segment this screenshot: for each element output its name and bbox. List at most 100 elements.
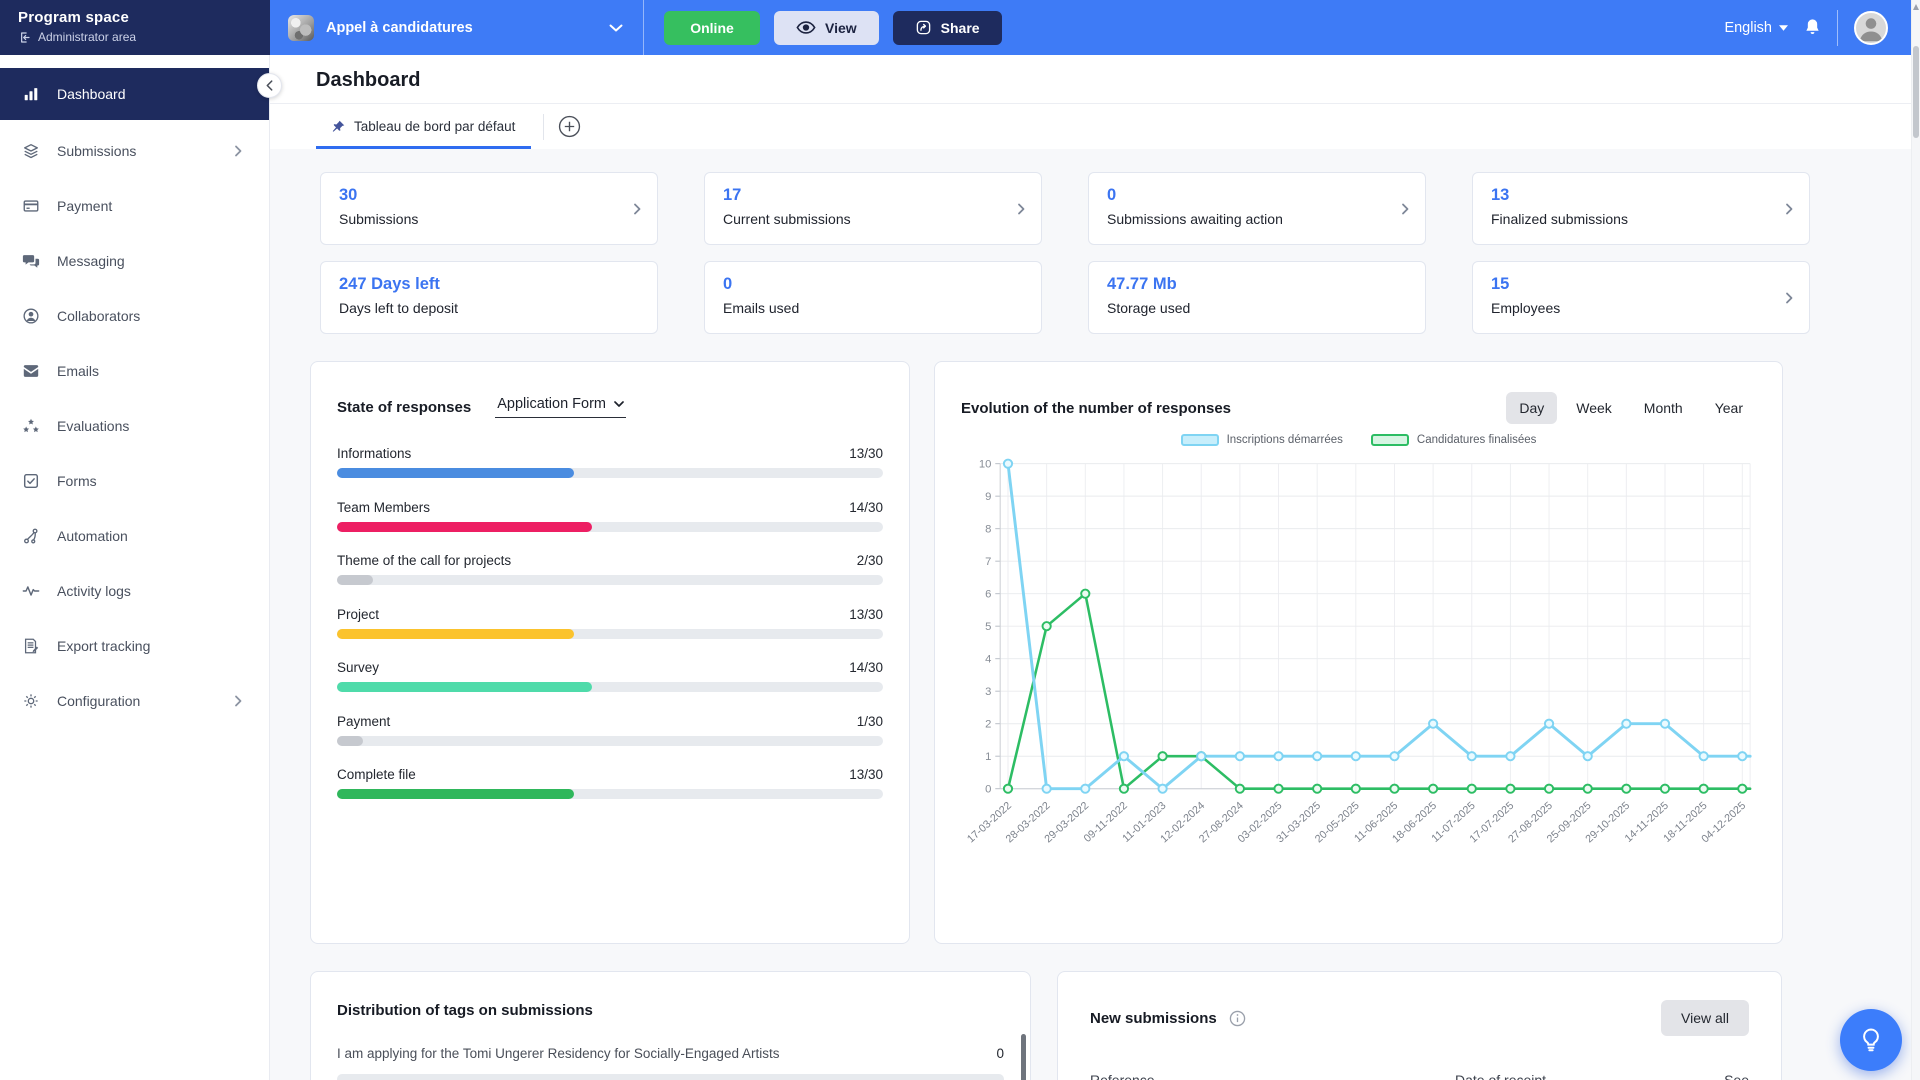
page-scrollbar[interactable] [1911,0,1920,1080]
stat-card-submissions-awaiting-action[interactable]: 0Submissions awaiting action [1088,172,1426,245]
sidebar-item-label: Emails [57,363,99,379]
stat-card-value: 13 [1491,186,1791,205]
sidebar-item-submissions[interactable]: Submissions [0,123,269,178]
scrollbar-thumb[interactable] [1913,46,1919,138]
online-status-button[interactable]: Online [664,11,760,45]
automation-icon [20,527,42,545]
sidebar-item-evaluations[interactable]: Evaluations [0,398,269,453]
user-avatar[interactable] [1854,11,1888,45]
add-dashboard-tab-button[interactable] [556,114,582,140]
response-bar-ratio: 14/30 [849,500,883,515]
sidebar-item-forms[interactable]: Forms [0,453,269,508]
language-selector[interactable]: English [1724,20,1788,36]
notification-bell-icon[interactable] [1804,18,1821,37]
emails-icon [20,362,42,380]
state-of-responses-header: State of responses Application Form [337,396,883,418]
response-bar-row: Theme of the call for projects2/30 [337,553,883,585]
panel-scrollbar-thumb[interactable] [1021,1034,1026,1080]
chevron-right-icon [1015,203,1027,215]
response-bar-row: Informations13/30 [337,446,883,478]
stat-card-employees[interactable]: 15Employees [1472,261,1810,334]
view-all-button[interactable]: View all [1661,1000,1749,1036]
program-selector[interactable]: Appel à candidatures [270,0,643,55]
svg-text:10: 10 [979,459,992,471]
response-bar-fill [337,522,592,532]
collaborators-icon [20,307,42,325]
evaluations-icon [20,417,42,435]
sidebar-item-activity-logs[interactable]: Activity logs [0,563,269,618]
legend-item: Inscriptions démarrées [1181,434,1343,446]
response-bar-label: Payment [337,714,390,729]
stat-card-days-left-to-deposit[interactable]: 247 Days leftDays left to deposit [320,261,658,334]
stat-card-value: 17 [723,186,1023,205]
help-fab[interactable] [1840,1009,1902,1071]
range-button-day[interactable]: Day [1506,392,1557,424]
response-bar-fill [337,682,592,692]
responses-line-chart: 01234567891017-03-202228-03-202229-03-20… [961,448,1756,885]
stat-card-label: Finalized submissions [1491,211,1791,227]
sidebar-item-dashboard[interactable]: Dashboard [0,68,269,120]
stat-card-label: Days left to deposit [339,300,639,316]
sidebar-item-automation[interactable]: Automation [0,508,269,563]
range-button-month[interactable]: Month [1631,392,1696,424]
svg-text:1: 1 [985,751,991,763]
response-bar-label: Survey [337,660,379,675]
stat-card-current-submissions[interactable]: 17Current submissions [704,172,1042,245]
response-bar-ratio: 14/30 [849,660,883,675]
share-button[interactable]: Share [893,11,1002,45]
chart-header: Evolution of the number of responses Day… [961,392,1756,424]
form-filter-dropdown[interactable]: Application Form [495,396,626,418]
sidebar-collapse-button[interactable] [257,73,282,98]
stat-card-label: Employees [1491,300,1791,316]
page-header: Dashboard Tableau de bord par défaut [270,55,1920,149]
new-submissions-title: New submissions [1090,1010,1217,1027]
response-bar-track [337,736,883,746]
response-bar-track [337,789,883,799]
language-label: English [1724,20,1772,36]
dashboard-tabs: Tableau de bord par défaut [270,104,1920,149]
chevron-down-icon [609,24,623,32]
svg-text:0: 0 [985,784,991,796]
sidebar-item-label: Evaluations [57,418,129,434]
response-bar-track [337,575,883,585]
response-bar-track [337,522,883,532]
stat-card-emails-used[interactable]: 0Emails used [704,261,1042,334]
stat-card-value: 0 [723,275,1023,294]
sidebar-item-label: Messaging [57,253,125,269]
legend-swatch [1181,434,1219,446]
panels-row: State of responses Application Form Info… [310,361,1920,944]
topbar-right: English [1724,10,1920,46]
activity-logs-icon [20,582,42,600]
sidebar-item-collaborators[interactable]: Collaborators [0,288,269,343]
tab-default-dashboard[interactable]: Tableau de bord par défaut [316,104,531,149]
response-bar-label: Team Members [337,500,430,515]
topbar-actions: Online View Share [664,11,1002,45]
scrollbar-up-arrow[interactable] [1913,4,1919,10]
topbar-right-divider [1837,10,1838,46]
tag-label: I am applying for the Tomi Ungerer Resid… [337,1046,779,1061]
tag-list-item[interactable]: I am applying for the Tomi Ungerer Resid… [337,1046,1004,1061]
range-button-year[interactable]: Year [1702,392,1756,424]
range-button-week[interactable]: Week [1563,392,1625,424]
response-bar-row: Team Members 14/30 [337,500,883,532]
stat-card-storage-used[interactable]: 47.77 MbStorage used [1088,261,1426,334]
app-root: Program space Administrator area Appel à… [0,0,1920,1080]
page-title: Dashboard [270,55,1920,103]
chevron-right-icon [631,203,643,215]
administrator-area-link[interactable]: Administrator area [18,30,270,44]
stat-card-finalized-submissions[interactable]: 13 Finalized submissions [1472,172,1810,245]
sidebar-item-configuration[interactable]: Configuration [0,673,269,728]
response-bar-fill [337,468,574,478]
response-bar-fill [337,575,373,585]
stat-card-submissions[interactable]: 30Submissions [320,172,658,245]
sidebar-item-payment[interactable]: Payment [0,178,269,233]
view-button[interactable]: View [774,11,879,45]
sidebar-item-emails[interactable]: Emails [0,343,269,398]
sidebar-item-messaging[interactable]: Messaging [0,233,269,288]
sidebar-item-label: Activity logs [57,583,131,599]
chevron-right-icon [227,145,249,157]
response-bar-ratio: 13/30 [849,446,883,461]
tab-label: Tableau de bord par défaut [354,119,515,134]
sidebar-item-export-tracking[interactable]: Export tracking [0,618,269,673]
response-bar-fill [337,789,574,799]
